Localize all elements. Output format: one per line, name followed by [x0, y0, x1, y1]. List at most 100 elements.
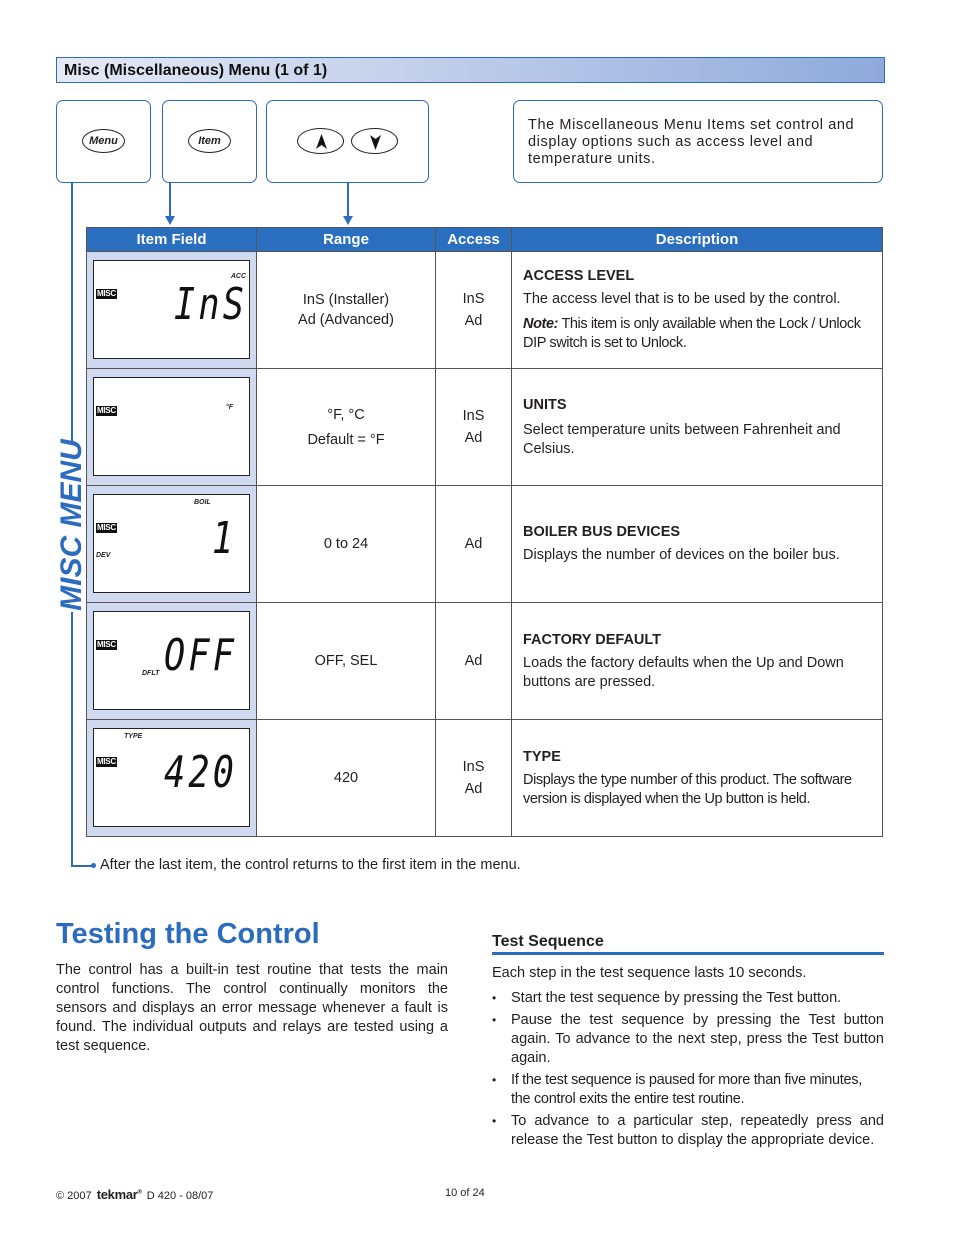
range-value: 0 to 24	[323, 536, 369, 552]
range-cell: 420	[256, 719, 436, 837]
list-item: Start the test sequence by pressing the …	[492, 989, 884, 1008]
table-row: MISC °F °F, °C Default = °F InS Ad UNITS…	[86, 368, 883, 486]
item-description: Displays the type number of this product…	[523, 771, 852, 807]
access-value: Ad	[464, 536, 483, 552]
item-button-box: Item	[162, 100, 257, 183]
access-value: Ad	[464, 313, 483, 329]
lcd-display: MISC OFF DFLT	[93, 611, 250, 710]
testing-heading: Testing the Control	[56, 918, 320, 950]
range-value: °F, °C	[327, 406, 365, 423]
header-range: Range	[256, 227, 436, 252]
lcd-display: BOIL MISC 1 DEV	[93, 494, 250, 593]
arrow-down-icon	[343, 216, 353, 225]
access-value: Ad	[464, 781, 483, 797]
access-cell: InS Ad	[435, 368, 512, 486]
range-value: Default = °F	[307, 431, 385, 448]
range-cell: OFF, SEL	[256, 602, 436, 720]
table-row: BOIL MISC 1 DEV 0 to 24 Ad BOILER BUS DE…	[86, 485, 883, 603]
access-cell: Ad	[435, 602, 512, 720]
lcd-cell: MISC OFF DFLT	[86, 602, 257, 720]
item-title: ACCESS LEVEL	[523, 268, 635, 284]
list-item: Pause the test sequence by pressing the …	[492, 1011, 884, 1068]
table-row: MISC ACC InS InS (Installer) Ad (Advance…	[86, 251, 883, 369]
access-cell: InS Ad	[435, 719, 512, 837]
range-value: Ad (Advanced)	[298, 312, 394, 328]
copyright: © 2007	[56, 1190, 92, 1202]
down-button[interactable]	[351, 128, 398, 154]
access-value: InS	[462, 408, 485, 424]
footer: © 2007 tekmar® D 420 - 08/07	[56, 1187, 213, 1202]
table-row: MISC OFF DFLT OFF, SEL Ad FACTORY DEFAUL…	[86, 602, 883, 720]
down-arrow-icon	[370, 135, 381, 150]
lcd-cell: BOIL MISC 1 DEV	[86, 485, 257, 603]
item-title: UNITS	[523, 396, 567, 413]
access-value: Ad	[464, 430, 483, 446]
misc-menu-table: Item Field Range Access Description MISC…	[86, 227, 883, 837]
menu-button-box: Menu	[56, 100, 151, 183]
arrow-buttons-box	[266, 100, 429, 183]
header-description: Description	[511, 227, 883, 252]
section-header: Misc (Miscellaneous) Menu (1 of 1)	[56, 57, 885, 83]
item-title: FACTORY DEFAULT	[523, 631, 662, 648]
lcd-misc-tag: MISC	[96, 289, 117, 299]
list-item: To advance to a particular step, repeate…	[492, 1112, 884, 1150]
list-item: If the test sequence is paused for more …	[492, 1071, 884, 1109]
range-value: 420	[333, 770, 359, 786]
brand-logo: tekmar®	[96, 1187, 142, 1202]
lcd-value: OFF	[164, 630, 238, 681]
access-cell: Ad	[435, 485, 512, 603]
connector-line	[169, 183, 171, 217]
connector-dot	[91, 863, 96, 868]
lcd-small-label: BOIL	[194, 499, 211, 506]
connector-line	[347, 183, 349, 217]
lcd-cell: TYPE MISC 420	[86, 719, 257, 837]
lcd-small-label: TYPE	[124, 733, 143, 740]
range-cell: °F, °C Default = °F	[256, 368, 436, 486]
lcd-value: InS	[174, 279, 248, 330]
up-arrow-icon	[316, 134, 327, 149]
description-cell: BOILER BUS DEVICES Displays the number o…	[511, 485, 883, 603]
access-cell: InS Ad	[435, 251, 512, 369]
test-sequence-list: Start the test sequence by pressing the …	[492, 989, 884, 1153]
description-cell: FACTORY DEFAULT Loads the factory defaul…	[511, 602, 883, 720]
lcd-misc-tag: MISC	[96, 640, 117, 650]
item-button[interactable]: Item	[188, 129, 231, 153]
lcd-misc-tag: MISC	[96, 406, 117, 416]
header-access: Access	[435, 227, 512, 252]
item-title: TYPE	[523, 748, 561, 765]
arrow-down-icon	[165, 216, 175, 225]
document-number: D 420 - 08/07	[146, 1190, 214, 1202]
note-text: This item is only available when the Loc…	[523, 316, 861, 351]
description-cell: TYPE Displays the type number of this pr…	[511, 719, 883, 837]
range-cell: 0 to 24	[256, 485, 436, 603]
item-description: The access level that is to be used by t…	[523, 291, 841, 307]
up-button[interactable]	[297, 128, 344, 154]
heading-rule	[492, 952, 884, 955]
item-description: Displays the number of devices on the bo…	[523, 547, 840, 563]
lcd-small-label: DFLT	[142, 670, 160, 677]
item-description: Loads the factory defaults when the Up a…	[523, 654, 844, 690]
table-row: TYPE MISC 420 420 InS Ad TYPE Displays t…	[86, 719, 883, 837]
menu-button[interactable]: Menu	[82, 129, 125, 153]
page-number: 10 of 24	[445, 1187, 485, 1199]
header-item-field: Item Field	[86, 227, 257, 252]
info-box: The Miscellaneous Menu Items set control…	[513, 100, 883, 183]
connector-line	[71, 865, 93, 867]
section-title: Misc (Miscellaneous) Menu (1 of 1)	[64, 62, 328, 79]
access-value: Ad	[464, 653, 483, 669]
lcd-small-label: DEV	[96, 552, 111, 559]
lcd-cell: MISC ACC InS	[86, 251, 257, 369]
lcd-small-label: °F	[225, 404, 233, 411]
lcd-display: MISC °F	[93, 377, 250, 476]
connector-line	[71, 612, 73, 866]
access-value: InS	[462, 759, 485, 775]
lcd-misc-tag: MISC	[96, 757, 117, 767]
lcd-value: 420	[164, 747, 238, 798]
lcd-display: MISC ACC InS	[93, 260, 250, 359]
lcd-cell: MISC °F	[86, 368, 257, 486]
item-title: BOILER BUS DEVICES	[523, 524, 681, 540]
lcd-misc-tag: MISC	[96, 523, 117, 533]
range-value: OFF, SEL	[314, 653, 378, 669]
test-sequence-intro: Each step in the test sequence lasts 10 …	[492, 965, 807, 981]
item-description: Select temperature units between Fahrenh…	[523, 421, 841, 457]
